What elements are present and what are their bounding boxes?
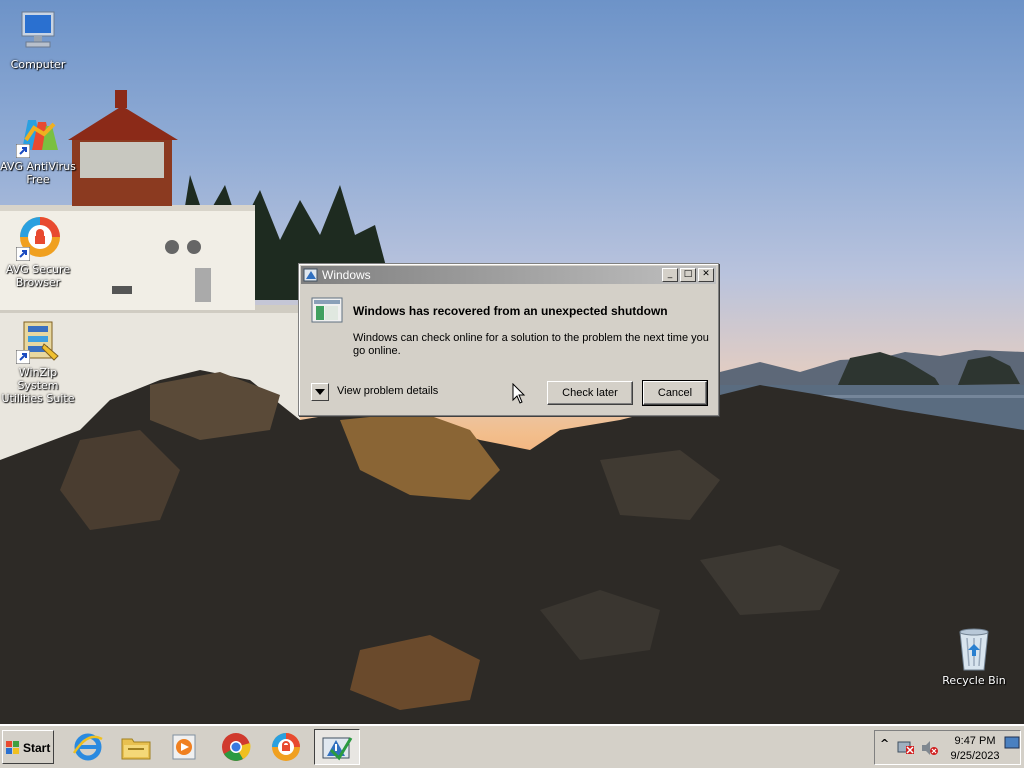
view-problem-details-label[interactable]: View problem details	[337, 385, 438, 397]
dialog-message: Windows can check online for a solution …	[353, 332, 709, 357]
media-player-icon	[172, 734, 196, 760]
desktop-icon-label: WinZip System Utilities Suite	[1, 366, 75, 405]
check-later-button[interactable]: Check later	[547, 381, 633, 405]
windows-flag-icon	[303, 268, 318, 282]
minimize-icon: _	[667, 269, 673, 279]
computer-icon	[14, 8, 62, 56]
chrome-icon	[222, 733, 251, 761]
avg-secure-browser-icon	[272, 733, 300, 761]
clock-time[interactable]: 9:47 PM	[937, 735, 1013, 747]
chevron-down-icon	[315, 389, 325, 395]
desktop-icon-avg-antivirus[interactable]: AVG AntiVirus Free	[0, 110, 76, 186]
recycle-bin-icon	[950, 624, 998, 672]
dialog-titlebar[interactable]: Windows _ □ ✕	[301, 266, 716, 284]
maximize-icon: □	[683, 269, 693, 279]
close-button[interactable]: ✕	[698, 268, 714, 282]
network-error-icon[interactable]	[897, 740, 915, 756]
winzip-icon	[14, 316, 62, 364]
desktop-icon-recycle-bin[interactable]: Recycle Bin	[936, 624, 1012, 687]
taskbar-app-action-center[interactable]	[314, 729, 360, 765]
start-button[interactable]: Start	[2, 730, 54, 764]
taskbar-app-internet-explorer[interactable]	[70, 729, 106, 765]
maximize-button[interactable]: □	[680, 268, 696, 282]
system-tray: ^ 9:47 PM 9/25/2023	[874, 730, 1021, 765]
desktop-icon-label: Computer	[10, 58, 66, 71]
windows-logo-icon	[6, 741, 19, 754]
taskbar-app-avg-secure-browser[interactable]	[268, 729, 304, 765]
desktop-icon-label: AVG AntiVirus Free	[0, 160, 76, 186]
cancel-button[interactable]: Cancel	[642, 380, 708, 406]
desktop-icon-label: Recycle Bin	[942, 674, 1006, 687]
taskbar-app-file-explorer[interactable]	[118, 729, 154, 765]
shutdown-recovery-dialog: Windows _ □ ✕ Windows has recovered from…	[298, 263, 719, 416]
desktop-icon-winzip[interactable]: WinZip System Utilities Suite	[0, 316, 76, 405]
close-icon: ✕	[702, 269, 710, 279]
clock-date[interactable]: 9/25/2023	[937, 750, 1013, 762]
desktop-icon-avg-secure-browser[interactable]: AVG Secure Browser	[0, 213, 76, 289]
dialog-heading: Windows has recovered from an unexpected…	[353, 304, 668, 318]
taskbar: Start ^ 9:47 PM 9/25/2023	[0, 724, 1024, 768]
desktop-icon-label: AVG Secure Browser	[5, 263, 71, 289]
taskbar-app-chrome[interactable]	[218, 729, 254, 765]
minimize-button[interactable]: _	[662, 268, 678, 282]
dialog-title: Windows	[322, 268, 371, 282]
show-desktop-icon[interactable]	[1004, 735, 1020, 751]
taskbar-app-media-player[interactable]	[166, 729, 202, 765]
show-hidden-icons-button[interactable]: ^	[880, 737, 889, 750]
file-explorer-icon	[121, 738, 151, 760]
start-label: Start	[23, 741, 51, 755]
desktop-icon-computer[interactable]: Computer	[0, 8, 76, 71]
action-center-icon	[322, 737, 353, 761]
mouse-cursor-icon	[512, 383, 526, 404]
internet-explorer-icon	[72, 733, 103, 761]
avg-antivirus-icon	[14, 110, 62, 158]
window-error-icon	[311, 297, 343, 323]
avg-secure-browser-icon	[14, 213, 62, 261]
expand-details-button[interactable]	[311, 383, 329, 401]
